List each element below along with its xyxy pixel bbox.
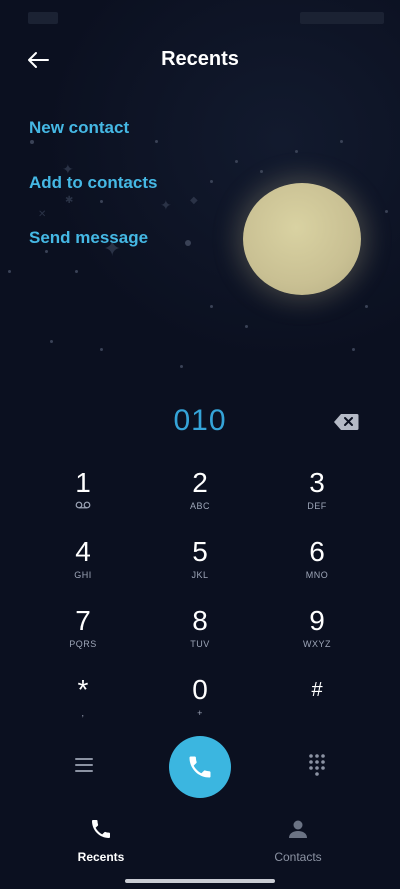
key-digit: 7 [75,605,91,636]
key-letters: ABC [189,501,210,511]
sparkle-star: ✕ [38,209,47,220]
status-bar [0,0,400,36]
key-8[interactable]: 8 TUV [145,605,255,667]
key-9[interactable]: 9 WXYZ [262,605,372,667]
star [8,270,11,273]
key-digit: 0 [192,674,208,705]
star [385,210,388,213]
star [365,305,368,308]
star [45,250,48,253]
star [155,140,158,143]
home-indicator [125,879,275,883]
new-contact-link[interactable]: New contact [29,118,129,138]
key-digit: 3 [309,467,325,498]
key-1[interactable]: 1 [28,467,138,529]
dialpad-toggle-button[interactable] [305,752,329,776]
key-letters: JKL [191,570,209,580]
sparkle-star: ◆ [190,195,198,206]
star [245,325,248,328]
star [100,348,103,351]
key-letters [262,708,372,720]
top-app-bar: Recents [0,36,400,84]
star [100,200,103,203]
menu-icon [75,758,93,772]
key-letters: + [197,708,203,718]
send-message-link[interactable]: Send message [29,228,148,248]
voicemail-icon [28,501,138,513]
page-title: Recents [161,48,239,70]
moon-illustration [243,183,361,295]
key-letters: TUV [190,639,210,649]
key-6[interactable]: 6 MNO [262,536,372,598]
key-digit: 1 [75,467,91,498]
key-digit: 6 [309,536,325,567]
dialpad-icon [309,754,325,776]
key-digit: 2 [192,467,208,498]
key-3[interactable]: 3 DEF [262,467,372,529]
star [260,170,263,173]
nav-recents-label: Recents [77,850,125,864]
menu-button[interactable] [72,755,96,775]
status-time [28,12,58,24]
star [75,270,78,273]
nav-contacts[interactable]: Contacts [238,817,358,864]
status-icons [300,12,384,24]
key-digit: 4 [75,536,91,567]
star [50,340,53,343]
key-digit: # [311,679,323,701]
key-letters: PQRS [69,639,97,649]
key-letters: WXYZ [303,639,331,649]
nav-recents[interactable]: Recents [41,817,161,864]
key-7[interactable]: 7 PQRS [28,605,138,667]
call-button[interactable] [169,736,231,798]
star [180,365,183,368]
phone-icon [92,820,110,838]
star [235,160,238,163]
key-5[interactable]: 5 JKL [145,536,255,598]
key-2[interactable]: 2 ABC [145,467,255,529]
sparkle-star: ✱ [65,195,74,206]
phone-icon [189,756,211,778]
key-digit: * [77,674,89,705]
star [210,180,213,183]
star [30,140,34,144]
sparkle-star: ✦ [160,197,172,213]
key-letters: GHI [74,570,92,580]
star [340,140,343,143]
key-4[interactable]: 4 GHI [28,536,138,598]
star [352,348,355,351]
backspace-icon [334,414,359,430]
key-star[interactable]: * , [28,674,138,736]
key-0[interactable]: 0 + [145,674,255,736]
add-to-contacts-link[interactable]: Add to contacts [29,173,157,193]
key-hash[interactable]: # [262,674,372,736]
key-digit: 9 [309,605,325,636]
person-icon [289,820,307,838]
key-digit: 5 [192,536,208,567]
key-letters: , [81,708,85,718]
nav-contacts-label: Contacts [274,850,322,864]
backspace-button[interactable] [333,413,359,431]
star [295,150,298,153]
key-digit: 8 [192,605,208,636]
star [210,305,213,308]
star [185,240,191,246]
key-letters: DEF [307,501,327,511]
key-letters: MNO [305,570,329,580]
